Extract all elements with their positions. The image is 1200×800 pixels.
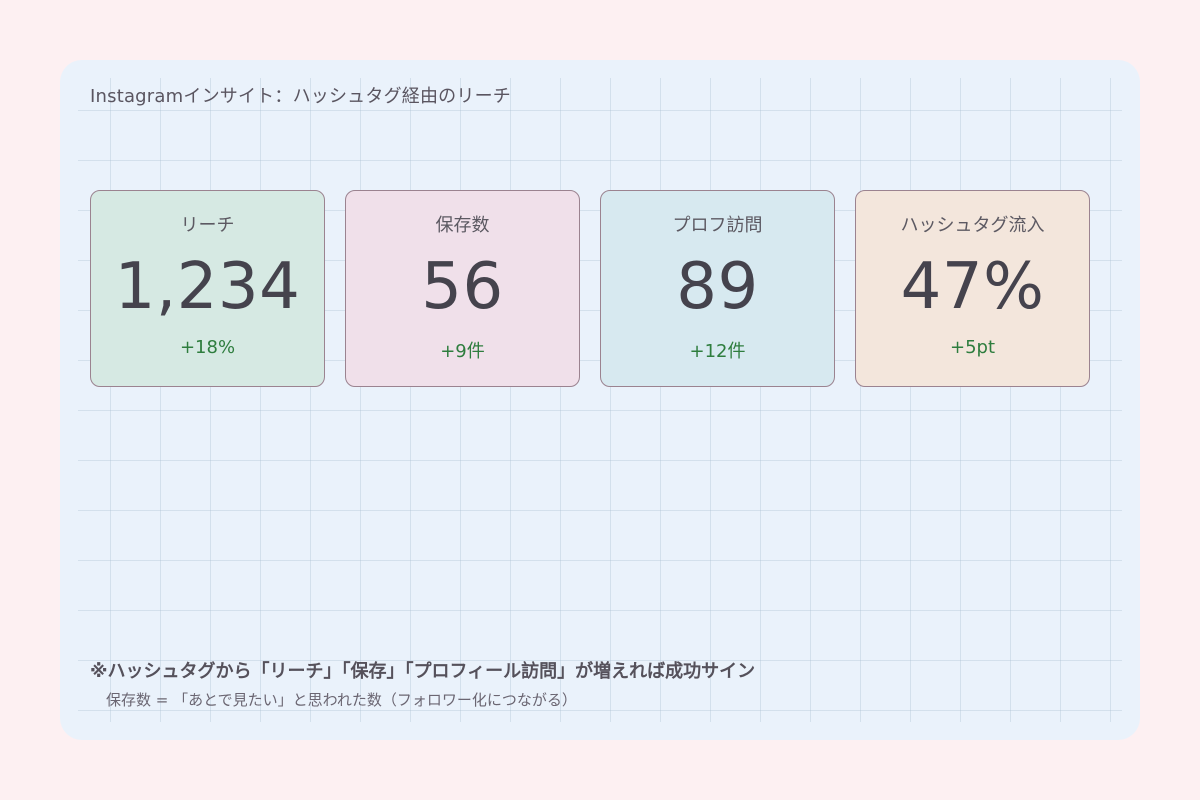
insights-panel: Instagramインサイト：ハッシュタグ経由のリーチ リーチ 1,234 +1… xyxy=(60,60,1140,740)
metric-label: リーチ xyxy=(180,215,235,236)
success-note: ※ハッシュタグから「リーチ」「保存」「プロフィール訪問」が増えれば成功サイン xyxy=(90,661,756,682)
metric-card-saves[interactable]: 保存数 56 +9件 xyxy=(345,190,580,387)
metric-label: 保存数 xyxy=(435,215,490,236)
metric-cards: リーチ 1,234 +18% 保存数 56 +9件 プロフ訪問 89 +12件 … xyxy=(90,190,1094,390)
saves-definition-note: 保存数 = 「あとで見たい」と思われた数（フォロワー化につながる） xyxy=(106,691,577,709)
metric-delta: +12件 xyxy=(689,341,746,362)
metric-label: プロフ訪問 xyxy=(672,215,763,236)
grid-background xyxy=(78,78,1122,722)
metric-value: 47% xyxy=(900,250,1045,324)
metric-value: 56 xyxy=(421,250,504,324)
metric-delta: +18% xyxy=(179,337,236,358)
metric-card-hashtag-inflow[interactable]: ハッシュタグ流入 47% +5pt xyxy=(855,190,1090,387)
metric-delta: +5pt xyxy=(949,337,996,358)
metric-value: 1,234 xyxy=(114,250,301,324)
page-title: Instagramインサイト：ハッシュタグ経由のリーチ xyxy=(90,86,511,107)
metric-delta: +9件 xyxy=(440,341,485,362)
metric-card-reach[interactable]: リーチ 1,234 +18% xyxy=(90,190,325,387)
metric-label: ハッシュタグ流入 xyxy=(900,215,1045,236)
metric-value: 89 xyxy=(676,250,759,324)
metric-card-profile-visits[interactable]: プロフ訪問 89 +12件 xyxy=(600,190,835,387)
